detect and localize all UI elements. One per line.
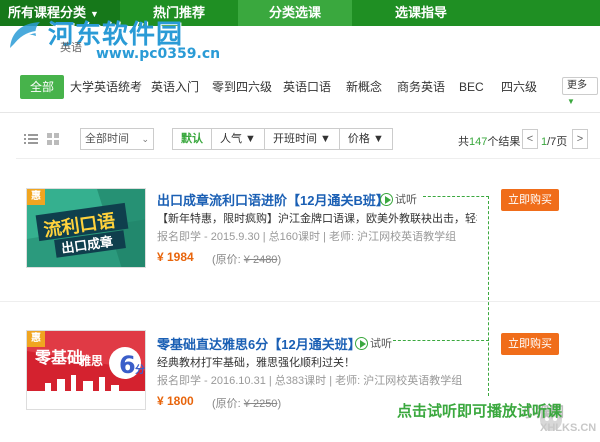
category-beginner[interactable]: 英语入门 [151,75,199,99]
category-all[interactable]: 全部 [20,75,65,99]
trial-button[interactable]: 试听 [355,335,392,351]
thumb-unit: 分 [135,363,145,376]
more-label: 更多 [567,80,587,91]
annotation-text: 点击试听即可播放试听课 [397,403,563,420]
divider [0,112,600,113]
course-price: ¥ 1800 [157,394,194,408]
annotation-connector [488,196,489,396]
category-business-english[interactable]: 商务英语 [397,75,445,99]
course-thumbnail[interactable]: 流利口语 出口成章 惠 [26,188,146,268]
result-number: 147 [469,136,488,148]
watermark-url: www.pc0359.cn [96,46,221,62]
sort-default[interactable]: 默认 [173,129,212,149]
trial-label: 试听 [370,338,392,350]
watermark-logo-icon [10,22,40,48]
thumb-text-line2: 雅思 [78,353,103,368]
category-zero-to-cet[interactable]: 零到四六级 [212,75,272,99]
chevron-down-icon: ▼ [567,97,575,106]
course-original-price: (原价: ¥ 2480) [212,251,281,267]
category-bec[interactable]: BEC [459,75,484,99]
divider [0,301,600,302]
orig-close: ) [277,398,282,410]
category-cet[interactable]: 四六级 [501,75,537,99]
orig-price-value: ¥ 2250 [243,398,278,410]
course-thumbnail[interactable]: 6 分 零基础 雅思 惠 [26,330,146,410]
trial-label: 试听 [395,194,417,206]
thumb-text-line1: 零基础 [34,348,83,367]
sort-group: 默认 人气 ▼ 开班时间 ▼ 价格 ▼ [172,128,393,150]
orig-label: (原价: [212,254,244,266]
course-title[interactable]: 出口成章流利口语进阶【12月通关B班】 [157,190,389,209]
course-price: ¥ 1984 [157,250,194,264]
play-icon [380,192,393,206]
grid-view-icon[interactable] [44,130,62,148]
thumb-number: 6 [119,351,136,379]
discount-badge: 惠 [27,189,45,205]
course-description: 经典教材打牢基础，雅思强化顺利过关！ [157,357,355,369]
annotation-connector [423,196,489,197]
course-meta: 报名即学 - 2016.10.31 | 总383课时 | 老师: 沪江网校英语教… [157,375,463,387]
orig-label: (原价: [212,398,244,410]
time-filter-select[interactable]: 全部时间 ⌄ [80,128,154,150]
time-filter-value: 全部时间 [85,133,129,145]
nav-category-select[interactable]: 分类选课 [238,0,352,26]
result-prefix: 共 [458,136,469,148]
buy-now-button[interactable]: 立即购买 [501,189,559,211]
category-new-concept[interactable]: 新概念 [346,75,382,99]
orig-close: ) [277,254,282,266]
annotation-connector [393,340,489,341]
chevron-down-icon: ⌄ [141,134,149,144]
discount-badge: 惠 [27,331,45,347]
buy-now-button[interactable]: 立即购买 [501,333,559,355]
course-description: 【新年特惠，限时疯购】沪江金牌口语课，欧美外教联袂出击，轻松实现... [157,213,477,225]
list-view-icon[interactable] [22,130,40,148]
page-total: /7页 [547,136,568,148]
breadcrumb: 英语 [60,42,82,54]
course-meta: 报名即学 - 2015.9.30 | 总160课时 | 老师: 沪江网校英语教学… [157,231,457,243]
orig-price-value: ¥ 2480 [243,254,278,266]
divider [16,158,600,159]
category-college-english[interactable]: 大学英语统考 [70,75,142,99]
course-title[interactable]: 零基础直达雅思6分【12月通关班】 [157,334,361,353]
category-filter-row: 全部 大学英语统考 英语入门 零到四六级 英语口语 新概念 商务英语 BEC 四… [0,70,600,104]
prev-page-button[interactable]: < [522,129,538,149]
next-page-button[interactable]: > [572,129,588,149]
play-icon [355,336,368,350]
result-suffix: 个结果 [487,136,521,148]
course-original-price: (原价: ¥ 2250) [212,395,281,411]
category-oral-english[interactable]: 英语口语 [283,75,331,99]
watermark-site2-url: XHLKS.CN [540,422,597,434]
nav-guide[interactable]: 选课指导 [352,0,490,26]
sort-popularity[interactable]: 人气 ▼ [212,129,265,149]
sort-start-time[interactable]: 开班时间 ▼ [265,129,340,149]
sort-price[interactable]: 价格 ▼ [340,129,392,149]
trial-button[interactable]: 试听 [380,191,417,207]
result-count: 共147个结果 [458,133,520,149]
page-info: 1/7页 [541,133,567,149]
more-categories-button[interactable]: 更多 ▼ [562,77,598,106]
